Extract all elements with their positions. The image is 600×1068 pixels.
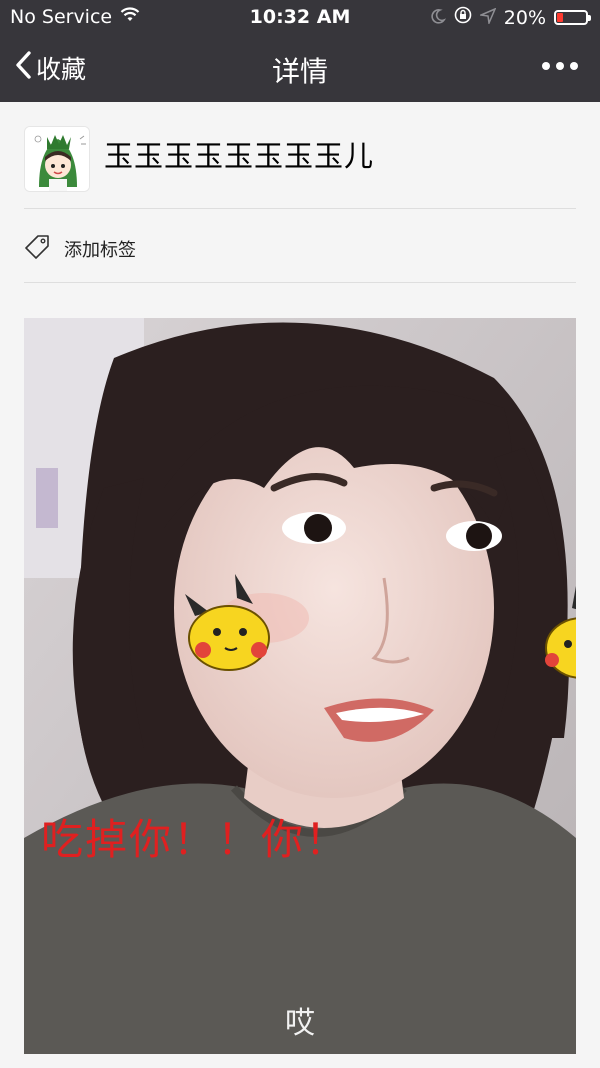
favorite-photo[interactable]: 吃掉你！！你！ 哎 [24,318,576,1054]
divider [24,282,576,283]
battery-percent: 20% [503,6,546,29]
avatar[interactable] [24,126,90,192]
more-dots-icon[interactable] [542,62,578,70]
battery-fill [557,13,563,22]
photo-image [24,318,576,1054]
profile-row: 玉玉玉玉玉玉玉玉儿 [24,126,576,192]
favorite-detail: 玉玉玉玉玉玉玉玉儿 添加标签 吃掉你！！你！ 哎 [0,102,600,1068]
photo-caption-red: 吃掉你！！你！ [41,815,350,864]
battery-icon [554,10,591,25]
status-right: 20% [430,6,591,29]
divider [24,208,576,209]
page-title: 详情 [271,55,328,88]
add-tag-button[interactable]: 添加标签 [24,232,136,266]
status-bar: No Service 10:32 AM 20% [0,0,600,34]
moon-icon [430,7,446,29]
location-icon [478,7,497,29]
add-tag-label: 添加标签 [64,240,136,261]
tag-icon [24,234,50,264]
nav-bar: 收藏 详情 [0,34,600,102]
photo-caption-bottom: 哎 [285,1006,315,1041]
orientation-lock-icon [454,6,472,29]
username: 玉玉玉玉玉玉玉玉儿 [104,139,375,173]
